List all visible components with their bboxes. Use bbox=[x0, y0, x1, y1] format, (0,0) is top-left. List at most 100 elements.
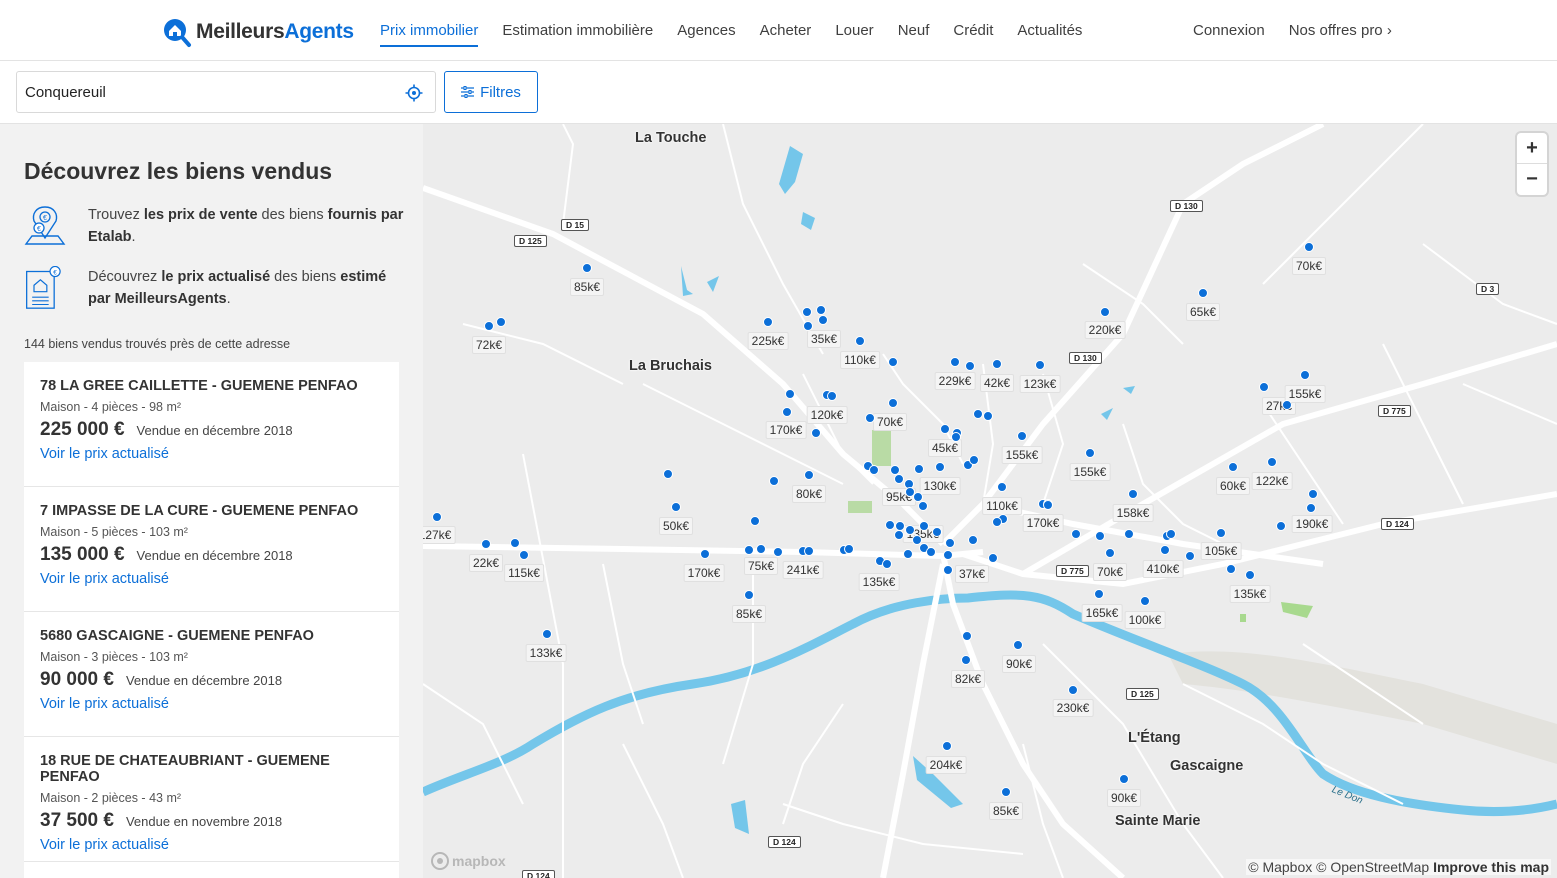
price-label[interactable]: 75k€ bbox=[743, 557, 779, 575]
property-marker[interactable] bbox=[671, 502, 681, 512]
property-marker[interactable] bbox=[1124, 529, 1134, 539]
property-marker[interactable] bbox=[782, 407, 792, 417]
property-marker[interactable] bbox=[997, 482, 1007, 492]
property-marker[interactable] bbox=[914, 464, 924, 474]
property-marker[interactable] bbox=[1228, 462, 1238, 472]
price-label[interactable]: 170k€ bbox=[765, 421, 807, 439]
property-marker[interactable] bbox=[1185, 551, 1195, 561]
price-label[interactable]: 130k€ bbox=[919, 477, 961, 495]
property-marker[interactable] bbox=[1226, 564, 1236, 574]
price-label[interactable]: 70k€ bbox=[872, 413, 908, 431]
nav-louer[interactable]: Louer bbox=[835, 0, 873, 60]
property-marker[interactable] bbox=[903, 549, 913, 559]
price-label[interactable]: 115k€ bbox=[504, 564, 544, 582]
property-marker[interactable] bbox=[1282, 400, 1292, 410]
property-card[interactable]: 18 RUE DE CHATEAUBRIANT - GUEMENE PENFAO… bbox=[24, 737, 399, 862]
price-label[interactable]: 220k€ bbox=[1084, 321, 1126, 339]
price-label[interactable]: 90k€ bbox=[1106, 789, 1142, 807]
price-label[interactable]: 170k€ bbox=[683, 564, 725, 582]
price-label[interactable]: 123k€ bbox=[1019, 375, 1061, 393]
property-marker[interactable] bbox=[1166, 529, 1176, 539]
property-marker[interactable] bbox=[818, 315, 828, 325]
property-marker[interactable] bbox=[804, 546, 814, 556]
price-label[interactable]: 241k€ bbox=[782, 561, 824, 579]
nav-acheter[interactable]: Acheter bbox=[760, 0, 812, 60]
property-marker[interactable] bbox=[773, 547, 783, 557]
property-marker[interactable] bbox=[763, 317, 773, 327]
price-label[interactable]: 158k€ bbox=[1112, 504, 1154, 522]
property-marker[interactable] bbox=[432, 512, 442, 522]
property-marker[interactable] bbox=[940, 424, 950, 434]
property-marker[interactable] bbox=[1105, 548, 1115, 558]
price-label[interactable]: 110k€ bbox=[840, 351, 880, 369]
zoom-in-button[interactable]: + bbox=[1517, 133, 1547, 164]
property-marker[interactable] bbox=[1128, 489, 1138, 499]
property-marker[interactable] bbox=[942, 741, 952, 751]
property-marker[interactable] bbox=[1140, 596, 1150, 606]
property-marker[interactable] bbox=[827, 391, 837, 401]
price-label[interactable]: 410k€ bbox=[1142, 560, 1184, 578]
price-label[interactable]: 155k€ bbox=[1001, 446, 1043, 464]
price-label[interactable]: 50k€ bbox=[658, 517, 694, 535]
property-marker[interactable] bbox=[905, 487, 915, 497]
property-card[interactable] bbox=[24, 862, 399, 878]
property-marker[interactable] bbox=[988, 553, 998, 563]
price-label[interactable]: 70k€ bbox=[1291, 257, 1327, 275]
property-marker[interactable] bbox=[1276, 521, 1286, 531]
price-label[interactable]: 70k€ bbox=[1092, 563, 1128, 581]
property-marker[interactable] bbox=[932, 527, 942, 537]
property-card[interactable]: 78 LA GREE CAILLETTE - GUEMENE PENFAO Ma… bbox=[24, 362, 399, 487]
property-marker[interactable] bbox=[484, 321, 494, 331]
updated-price-link[interactable]: Voir le prix actualisé bbox=[40, 837, 169, 853]
property-marker[interactable] bbox=[888, 398, 898, 408]
nav-estimation[interactable]: Estimation immobilière bbox=[502, 0, 653, 60]
property-marker[interactable] bbox=[894, 474, 904, 484]
property-marker[interactable] bbox=[811, 428, 821, 438]
map[interactable]: La Touche La Bruchais L'Étang Gascaigne … bbox=[423, 124, 1557, 878]
property-marker[interactable] bbox=[1100, 307, 1110, 317]
property-marker[interactable] bbox=[519, 550, 529, 560]
nav-neuf[interactable]: Neuf bbox=[898, 0, 930, 60]
price-label[interactable]: 22k€ bbox=[468, 554, 504, 572]
property-marker[interactable] bbox=[961, 655, 971, 665]
attribution-text[interactable]: © Mapbox © OpenStreetMap bbox=[1248, 859, 1429, 875]
property-marker[interactable] bbox=[1071, 529, 1081, 539]
price-label[interactable]: 120k€ bbox=[806, 406, 848, 424]
updated-price-link[interactable]: Voir le prix actualisé bbox=[40, 571, 169, 587]
pro-offers-link[interactable]: Nos offres pro › bbox=[1289, 22, 1392, 39]
property-marker[interactable] bbox=[1035, 360, 1045, 370]
price-label[interactable]: 155k€ bbox=[1069, 463, 1111, 481]
price-label[interactable]: 60k€ bbox=[1215, 477, 1251, 495]
improve-map-link[interactable]: Improve this map bbox=[1433, 859, 1549, 875]
price-label[interactable]: 85k€ bbox=[569, 278, 605, 296]
property-marker[interactable] bbox=[1267, 457, 1277, 467]
property-marker[interactable] bbox=[700, 549, 710, 559]
property-marker[interactable] bbox=[1300, 370, 1310, 380]
property-marker[interactable] bbox=[1259, 382, 1269, 392]
property-marker[interactable] bbox=[803, 321, 813, 331]
price-label[interactable]: 204k€ bbox=[925, 756, 967, 774]
price-label[interactable]: 90k€ bbox=[1001, 655, 1037, 673]
property-marker[interactable] bbox=[510, 538, 520, 548]
property-marker[interactable] bbox=[756, 544, 766, 554]
price-label[interactable]: 72k€ bbox=[471, 336, 507, 354]
property-marker[interactable] bbox=[935, 462, 945, 472]
address-input[interactable] bbox=[25, 80, 385, 104]
property-marker[interactable] bbox=[855, 336, 865, 346]
property-marker[interactable] bbox=[918, 501, 928, 511]
nav-prix-immobilier[interactable]: Prix immobilier bbox=[380, 0, 479, 60]
property-marker[interactable] bbox=[865, 413, 875, 423]
property-card[interactable]: 7 IMPASSE DE LA CURE - GUEMENE PENFAO Ma… bbox=[24, 487, 399, 612]
property-marker[interactable] bbox=[943, 565, 953, 575]
property-marker[interactable] bbox=[950, 357, 960, 367]
property-marker[interactable] bbox=[973, 409, 983, 419]
property-marker[interactable] bbox=[992, 359, 1002, 369]
nav-actualites[interactable]: Actualités bbox=[1017, 0, 1082, 60]
price-label[interactable]: 230k€ bbox=[1052, 699, 1094, 717]
property-marker[interactable] bbox=[750, 516, 760, 526]
price-label[interactable]: 37k€ bbox=[954, 565, 990, 583]
property-card[interactable]: 5680 GASCAIGNE - GUEMENE PENFAO Maison -… bbox=[24, 612, 399, 737]
property-marker[interactable] bbox=[1013, 640, 1023, 650]
price-label[interactable]: 170k€ bbox=[1022, 514, 1064, 532]
property-marker[interactable] bbox=[1001, 787, 1011, 797]
